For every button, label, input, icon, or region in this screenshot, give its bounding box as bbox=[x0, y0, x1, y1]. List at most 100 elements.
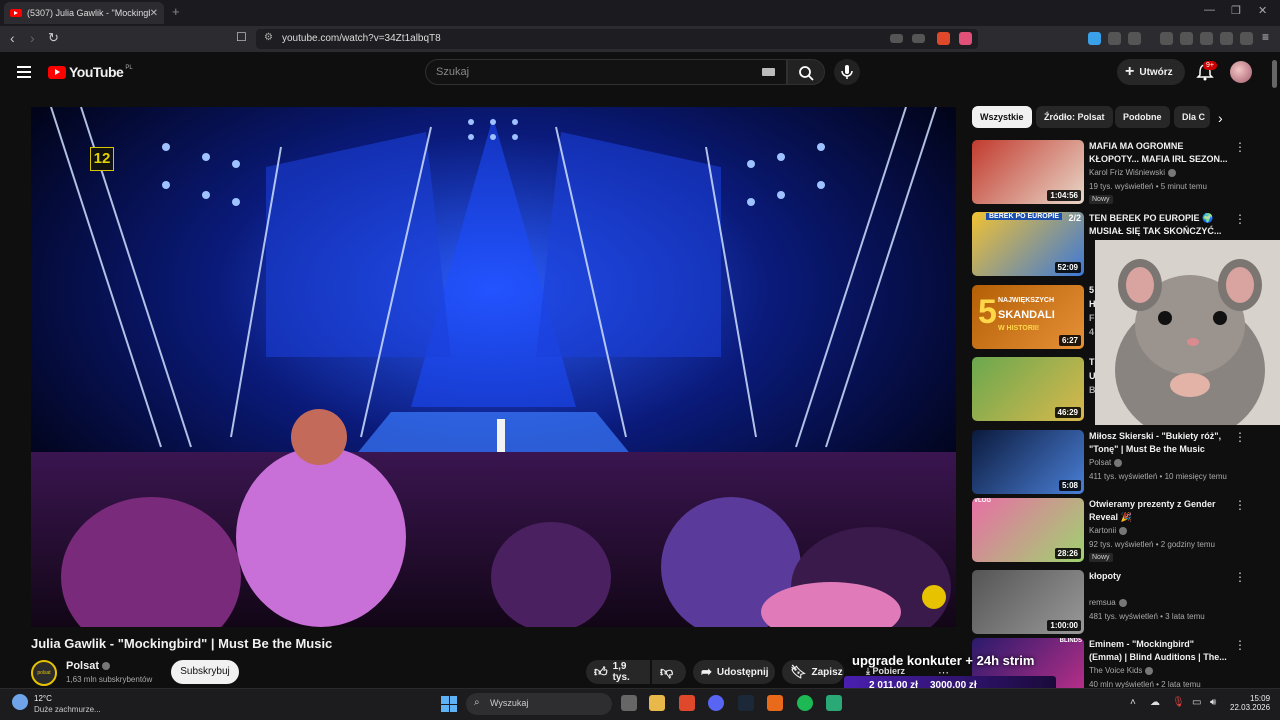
sidebar-icon[interactable] bbox=[1180, 32, 1193, 45]
app-green-icon[interactable] bbox=[826, 695, 842, 711]
download-button[interactable]: ⤓ Pobierz bbox=[866, 666, 905, 677]
chip-related[interactable]: Podobne bbox=[1115, 106, 1170, 128]
browser-tab-youtube[interactable]: (5307) Julia Gawlik - "Mockingb... ✕ bbox=[4, 2, 164, 24]
like-button[interactable]: 👍︎ 1,9 tys. bbox=[586, 660, 650, 684]
recommendation-channel[interactable]: Kartonii bbox=[1089, 526, 1128, 535]
recommendation-channel[interactable]: Karol Friz Wiśniewski bbox=[1089, 168, 1177, 177]
weather-icon[interactable] bbox=[12, 694, 28, 710]
more-options-icon[interactable]: ⋮ bbox=[1234, 570, 1246, 584]
more-actions-icon[interactable]: ⋯ bbox=[938, 666, 949, 679]
recommendation-title[interactable]: MAFIA MA OGROMNE KŁOPOTY... MAFIA IRL SE… bbox=[1089, 140, 1229, 166]
volume-icon[interactable]: 🔊︎ bbox=[1210, 697, 1216, 708]
site-info-icon[interactable]: ⚙ bbox=[264, 32, 273, 43]
recommendation-title[interactable]: kłopoty bbox=[1089, 570, 1229, 583]
translate-extension-icon[interactable] bbox=[1088, 32, 1101, 45]
recommendation-thumbnail[interactable]: 52:09 BEREK PO EUROPIE 2/2 bbox=[972, 212, 1084, 276]
app-icon[interactable] bbox=[767, 695, 783, 711]
create-button[interactable]: + Utwórz bbox=[1117, 59, 1185, 85]
channel-avatar[interactable]: polsat bbox=[31, 660, 57, 686]
file-explorer-icon[interactable] bbox=[649, 695, 665, 711]
reload-icon[interactable]: ↻ bbox=[48, 30, 59, 46]
brave-browser-icon[interactable] bbox=[679, 695, 695, 711]
share-button[interactable]: ➦ Udostępnij bbox=[693, 660, 775, 684]
minimize-icon[interactable]: — bbox=[1204, 4, 1215, 16]
recommendation-thumbnail[interactable]: 28:26 VLOG bbox=[972, 498, 1084, 562]
search-button[interactable] bbox=[787, 59, 825, 85]
recommendation-thumbnail[interactable]: 5:08 bbox=[972, 430, 1084, 494]
rewards-icon[interactable] bbox=[959, 32, 972, 45]
guide-menu-icon[interactable] bbox=[17, 66, 31, 81]
recommendation-thumbnail[interactable]: 1:04:56 bbox=[972, 140, 1084, 204]
recommendation-title[interactable]: TEN BEREK PO EUROPIE 🌍 MUSIAŁ SIĘ TAK SK… bbox=[1089, 212, 1229, 238]
chip-all[interactable]: Wszystkie bbox=[972, 106, 1032, 128]
save-button[interactable]: 🔖︎ Zapisz bbox=[782, 660, 844, 684]
page-scrollbar[interactable] bbox=[1272, 60, 1277, 88]
recommendation-title[interactable]: Otwieramy prezenty z Gender Reveal 🎉 bbox=[1089, 498, 1229, 524]
forward-icon[interactable]: › bbox=[30, 30, 35, 46]
recommendation-thumbnail[interactable]: 46:29 bbox=[972, 357, 1084, 421]
vpn-icon[interactable] bbox=[1240, 32, 1253, 45]
chevron-right-icon[interactable]: › bbox=[1218, 110, 1223, 126]
new-tab-icon[interactable]: + bbox=[172, 4, 180, 19]
chip-for-you[interactable]: Dla C bbox=[1174, 106, 1210, 128]
channel-name[interactable]: Polsat bbox=[66, 660, 111, 672]
taskbar-search[interactable]: ⌕ Wyszukaj bbox=[466, 693, 612, 715]
recommendation-item[interactable]: 1:04:56 MAFIA MA OGROMNE KŁOPOTY... MAFIA… bbox=[972, 140, 1252, 204]
bookmark-icon[interactable]: ☐ bbox=[236, 30, 247, 44]
task-view-icon[interactable] bbox=[621, 695, 637, 711]
cast-icon[interactable] bbox=[890, 34, 903, 43]
close-tab-icon[interactable]: ✕ bbox=[150, 8, 158, 19]
media-icon[interactable] bbox=[1160, 32, 1173, 45]
spotify-icon[interactable] bbox=[797, 695, 813, 711]
close-window-icon[interactable]: ✕ bbox=[1258, 4, 1267, 17]
recommendation-thumbnail[interactable]: 1:00:00 bbox=[972, 570, 1084, 634]
menu-icon[interactable]: ≡ bbox=[1262, 30, 1269, 44]
recommendation-channel[interactable]: remsua bbox=[1089, 598, 1127, 607]
wallet-icon[interactable] bbox=[1200, 32, 1213, 45]
share-page-icon[interactable] bbox=[912, 34, 925, 43]
recommendation-item[interactable]: 5:08 Miłosz Skierski - "Bukiety róż", "To… bbox=[972, 430, 1252, 494]
discord-icon[interactable] bbox=[708, 695, 724, 711]
back-icon[interactable]: ‹ bbox=[10, 30, 15, 46]
microphone-muted-icon[interactable]: 🎙︎ bbox=[1172, 697, 1185, 708]
maximize-icon[interactable]: ❐ bbox=[1231, 4, 1241, 17]
video-player[interactable]: 12 bbox=[31, 107, 956, 627]
steam-icon[interactable] bbox=[738, 695, 754, 711]
search-input[interactable]: Szukaj bbox=[425, 59, 787, 85]
more-options-icon[interactable]: ⋮ bbox=[1234, 430, 1246, 444]
chip-from-polsat[interactable]: Źródło: Polsat bbox=[1036, 106, 1113, 128]
more-options-icon[interactable]: ⋮ bbox=[1234, 212, 1246, 226]
recommendation-meta: 481 tys. wyświetleń • 3 lata temu bbox=[1089, 612, 1205, 621]
leo-ai-icon[interactable] bbox=[1220, 32, 1233, 45]
account-avatar[interactable] bbox=[1230, 61, 1252, 83]
youtube-logo[interactable]: YouTube PL bbox=[48, 64, 133, 80]
recommendation-thumbnail[interactable]: 6:27 5 NAJWIĘKSZYCH SKANDALI W HISTORII! bbox=[972, 285, 1084, 349]
tab-title: (5307) Julia Gawlik - "Mockingb... bbox=[27, 8, 150, 18]
recommendation-title[interactable]: Eminem - "Mockingbird" (Emma) | Blind Au… bbox=[1089, 638, 1229, 664]
more-options-icon[interactable]: ⋮ bbox=[1234, 498, 1246, 512]
extensions-icon[interactable] bbox=[1108, 32, 1121, 45]
brave-shield-icon[interactable] bbox=[937, 32, 950, 45]
more-options-icon[interactable]: ⋮ bbox=[1234, 638, 1246, 652]
address-bar[interactable]: ⚙ youtube.com/watch?v=34Zt1albqT8 bbox=[256, 29, 978, 49]
dislike-button[interactable]: 👎︎ bbox=[652, 660, 686, 684]
keyboard-icon[interactable] bbox=[762, 68, 775, 76]
thumbnail-text-line3: W HISTORII! bbox=[998, 325, 1040, 332]
recommendation-channel[interactable]: The Voice Kids bbox=[1089, 666, 1154, 675]
browser-tab-bar: (5307) Julia Gawlik - "Mockingb... ✕ + —… bbox=[0, 0, 1280, 26]
recommendation-channel[interactable]: Polsat bbox=[1089, 458, 1123, 467]
clock[interactable]: 15:09 22.03.2026 bbox=[1230, 694, 1270, 712]
recommendation-item[interactable]: 28:26 VLOG Otwieramy prezenty z Gender Rev… bbox=[972, 498, 1252, 562]
verified-icon bbox=[102, 662, 111, 671]
voice-search-button[interactable] bbox=[834, 59, 860, 85]
tray-chevron-icon[interactable]: ˄ bbox=[1130, 697, 1136, 708]
video-title: Julia Gawlik - "Mockingbird" | Must Be t… bbox=[31, 636, 333, 651]
more-options-icon[interactable]: ⋮ bbox=[1234, 140, 1246, 154]
recommendation-title[interactable]: Miłosz Skierski - "Bukiety róż", "Tonę" … bbox=[1089, 430, 1229, 456]
screenshot-icon[interactable] bbox=[1128, 32, 1141, 45]
tray-cloud-icon[interactable]: ☁ bbox=[1150, 697, 1160, 708]
network-icon[interactable]: ▭ bbox=[1192, 697, 1201, 708]
subscribe-button[interactable]: Subskrybuj bbox=[171, 660, 239, 684]
recommendation-item[interactable]: 1:00:00 kłopoty remsua 481 tys. wyświetleń … bbox=[972, 570, 1252, 634]
windows-start-icon[interactable] bbox=[441, 696, 457, 712]
